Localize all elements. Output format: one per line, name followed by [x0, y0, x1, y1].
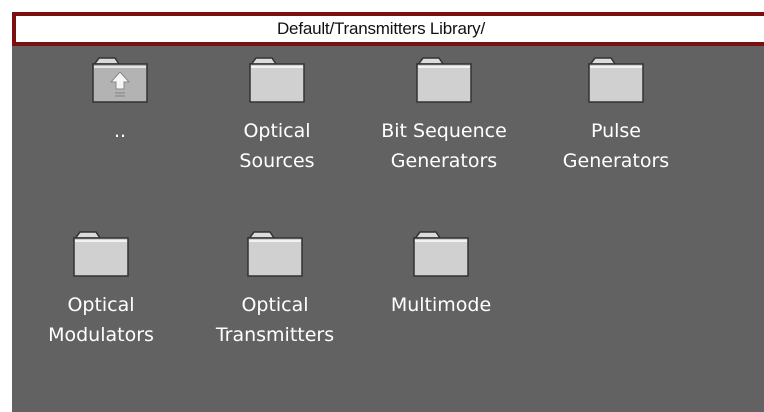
- folder-icon: [413, 231, 469, 277]
- folder-icon: [588, 57, 644, 103]
- folder-label: Bit Sequence Generators: [381, 120, 507, 172]
- folder-icon: [416, 57, 472, 103]
- folder-label: ..: [113, 120, 127, 142]
- folder-item-parent[interactable]: ..: [40, 56, 200, 146]
- folder-item-optical-modulators[interactable]: Optical Modulators: [21, 230, 181, 350]
- folder-label: Pulse Generators: [562, 120, 670, 172]
- folder-up-icon: [92, 57, 148, 103]
- folder-label: Optical Transmitters: [215, 294, 335, 346]
- folder-item-optical-sources[interactable]: Optical Sources: [197, 56, 357, 176]
- folder-icon: [247, 231, 303, 277]
- path-text: Default/Transmitters Library/: [276, 19, 486, 38]
- folder-icon: [249, 57, 305, 103]
- folder-item-bit-sequence-generators[interactable]: Bit Sequence Generators: [364, 56, 524, 176]
- folder-label: Optical Modulators: [48, 294, 154, 346]
- folder-panel: .. Optical Sources Bit Sequence Generato…: [12, 46, 764, 412]
- folder-label: Optical Sources: [239, 120, 315, 172]
- library-browser-window: Default/Transmitters Library/ .. Optical…: [0, 0, 764, 412]
- folder-item-multimode[interactable]: Multimode: [361, 230, 521, 320]
- path-bar: Default/Transmitters Library/: [12, 12, 764, 46]
- folder-item-pulse-generators[interactable]: Pulse Generators: [536, 56, 696, 176]
- folder-item-optical-transmitters[interactable]: Optical Transmitters: [195, 230, 355, 350]
- folder-label: Multimode: [390, 294, 492, 316]
- folder-icon: [73, 231, 129, 277]
